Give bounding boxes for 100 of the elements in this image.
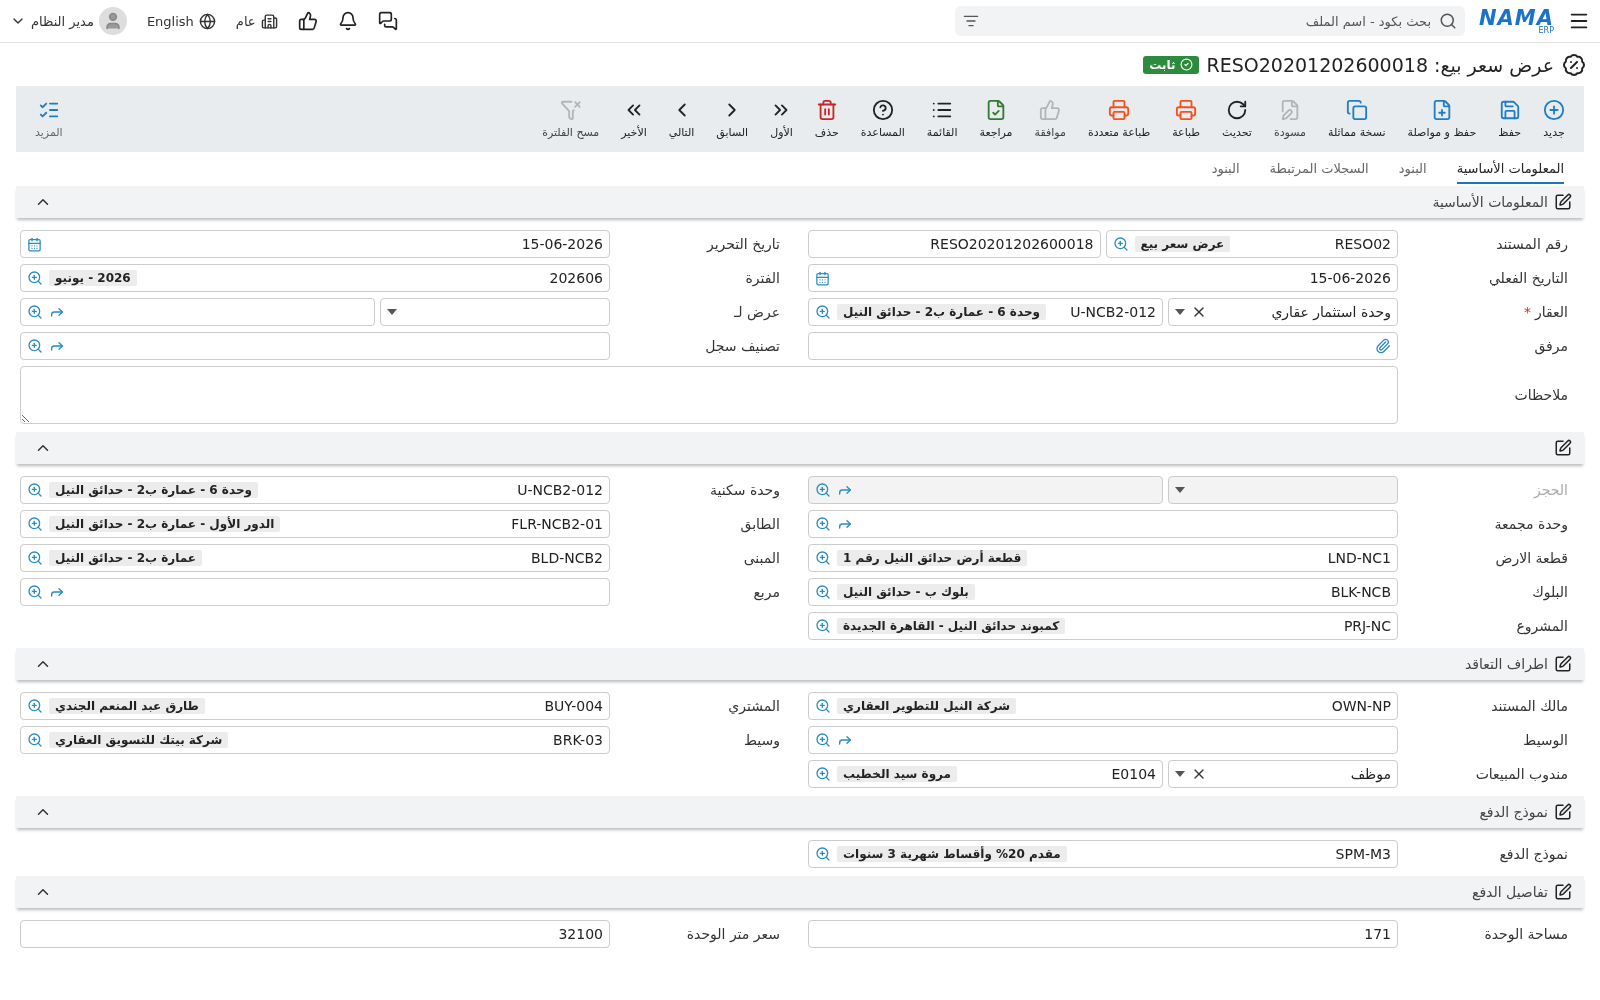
text-field[interactable]: 171	[808, 920, 1398, 948]
language-button[interactable]: English	[146, 12, 216, 30]
zoom-in-icon[interactable]	[815, 732, 831, 748]
field-label: التاريخ الفعلي	[1487, 270, 1569, 286]
more-button[interactable]: المزيد	[26, 99, 72, 139]
edit-icon[interactable]	[1554, 883, 1572, 901]
section-title: نموذج الدفع	[1479, 804, 1548, 820]
zoom-in-icon[interactable]	[815, 304, 831, 320]
branch-button[interactable]: عام	[235, 12, 278, 30]
edit-icon[interactable]	[1554, 439, 1572, 457]
paperclip-icon[interactable]	[1375, 338, 1391, 354]
search-input[interactable]: بحث بكود - اسم الملف	[985, 12, 1433, 30]
notification-icon[interactable]	[337, 11, 358, 31]
zoom-in-icon[interactable]	[27, 516, 43, 532]
toolbar-button[interactable]: الأخير	[612, 99, 656, 139]
toolbar-button[interactable]: حفظ و مواصلة	[1398, 99, 1486, 139]
toolbar-button[interactable]: مراجعة	[970, 99, 1022, 139]
zoom-in-icon[interactable]	[27, 732, 43, 748]
tab[interactable]: البنود	[1211, 161, 1240, 184]
field-label: قطعة الارض	[1494, 550, 1569, 566]
field-label: مرفق	[1533, 338, 1569, 354]
messages-icon[interactable]	[377, 11, 398, 31]
caret-icon	[1175, 771, 1185, 777]
lookup-field[interactable]	[808, 510, 1398, 538]
lookup-field[interactable]	[20, 332, 610, 360]
select-field[interactable]: وحدة استثمار عقاري	[1168, 298, 1398, 326]
toolbar-button[interactable]: القائمة	[917, 99, 967, 139]
field-label: الحجز	[1532, 482, 1569, 498]
field-label: سعر متر الوحدة	[685, 926, 781, 942]
toolbar-button[interactable]: جديد	[1534, 99, 1574, 139]
zoom-in-icon[interactable]	[815, 846, 831, 862]
attachment-field[interactable]	[808, 332, 1398, 360]
search-icon[interactable]	[1439, 12, 1457, 30]
date-field[interactable]: 15-06-2026	[20, 230, 610, 258]
field-label: الوسيط	[1522, 732, 1569, 748]
thumbs-up-icon[interactable]	[297, 11, 318, 31]
toolbar-button[interactable]: تحديث	[1213, 99, 1261, 139]
search-field[interactable]: بحث بكود - اسم الملف	[955, 6, 1465, 36]
lookup-field[interactable]	[20, 298, 375, 326]
globe-icon	[198, 12, 216, 30]
value-tag: كمبوند حدائق النيل - القاهرة الجديدة	[837, 618, 1066, 634]
zoom-in-icon[interactable]	[1112, 236, 1129, 252]
lookup-field[interactable]	[808, 726, 1398, 754]
edit-icon[interactable]	[1554, 803, 1572, 821]
caret-icon	[387, 309, 397, 315]
required-mark: *	[1523, 304, 1531, 320]
field-label: المشروع	[1515, 618, 1569, 634]
zoom-in-icon[interactable]	[27, 270, 43, 286]
zoom-in-icon[interactable]	[27, 304, 43, 320]
zoom-in-icon[interactable]	[815, 766, 831, 782]
toolbar-button[interactable]: حذف	[805, 99, 848, 139]
tab[interactable]: المعلومات الأساسية	[1456, 161, 1564, 184]
calendar-icon[interactable]	[27, 236, 42, 252]
toolbar-button[interactable]: التالي	[659, 99, 704, 139]
tab[interactable]: السجلات المرتبطة	[1269, 161, 1369, 184]
field-label: المبنى	[742, 550, 781, 566]
notes-field[interactable]	[20, 366, 1398, 424]
select-field[interactable]: موظف	[1168, 760, 1398, 788]
zoom-in-icon[interactable]	[815, 584, 831, 600]
value-tag: شركة النيل للتطوير العقاري	[837, 698, 1017, 714]
zoom-in-icon[interactable]	[815, 550, 831, 566]
field-label: وحدة سكنية	[709, 482, 781, 498]
toolbar-button[interactable]: طباعة	[1163, 99, 1210, 139]
zoom-in-icon[interactable]	[27, 550, 43, 566]
field-label: ملاحظات	[1513, 387, 1569, 403]
zoom-in-icon[interactable]	[815, 618, 831, 634]
tab[interactable]: البنود	[1398, 161, 1427, 184]
zoom-in-icon[interactable]	[27, 698, 43, 714]
zoom-in-icon[interactable]	[27, 482, 43, 498]
toolbar-button[interactable]: حفظ	[1489, 99, 1530, 139]
select-field[interactable]	[380, 298, 610, 326]
zoom-in-icon[interactable]	[27, 584, 43, 600]
lookup-field[interactable]	[808, 476, 1163, 504]
value-tag: بلوك ب - حدائق النيل	[837, 584, 975, 600]
toolbar-button[interactable]: نسخة مماثلة	[1319, 99, 1395, 139]
field-label: وسيط	[743, 732, 781, 748]
caret-icon	[1175, 487, 1185, 493]
toolbar-button[interactable]: السابق	[707, 99, 758, 139]
edit-icon[interactable]	[1554, 193, 1572, 211]
date-field[interactable]: 15-06-2026	[808, 264, 1398, 292]
field-label: مربع	[752, 584, 781, 600]
select-field[interactable]	[1168, 476, 1398, 504]
lookup-field[interactable]	[20, 578, 610, 606]
toolbar-button[interactable]: الأول	[761, 99, 802, 139]
field-label: الطابق	[739, 516, 781, 532]
toolbar-button[interactable]: طباعة متعددة	[1078, 99, 1160, 139]
calendar-icon[interactable]	[815, 270, 830, 286]
zoom-in-icon[interactable]	[815, 482, 831, 498]
field-label: مساحة الوحدة	[1483, 926, 1569, 942]
user-menu[interactable]: مدير النظام	[10, 7, 127, 35]
field-label: المشتري	[727, 698, 781, 714]
value-tag: وحدة 6 - عمارة ب2 - حدائق النيل	[49, 482, 258, 498]
zoom-in-icon[interactable]	[815, 516, 831, 532]
filter-icon[interactable]	[963, 13, 979, 29]
zoom-in-icon[interactable]	[27, 338, 43, 354]
toolbar-button[interactable]: المساعدة	[851, 99, 914, 139]
text-field[interactable]: 32100	[20, 920, 610, 948]
edit-icon[interactable]	[1554, 655, 1572, 673]
text-field[interactable]: RESO20201202600018	[808, 230, 1101, 258]
zoom-in-icon[interactable]	[815, 698, 831, 714]
